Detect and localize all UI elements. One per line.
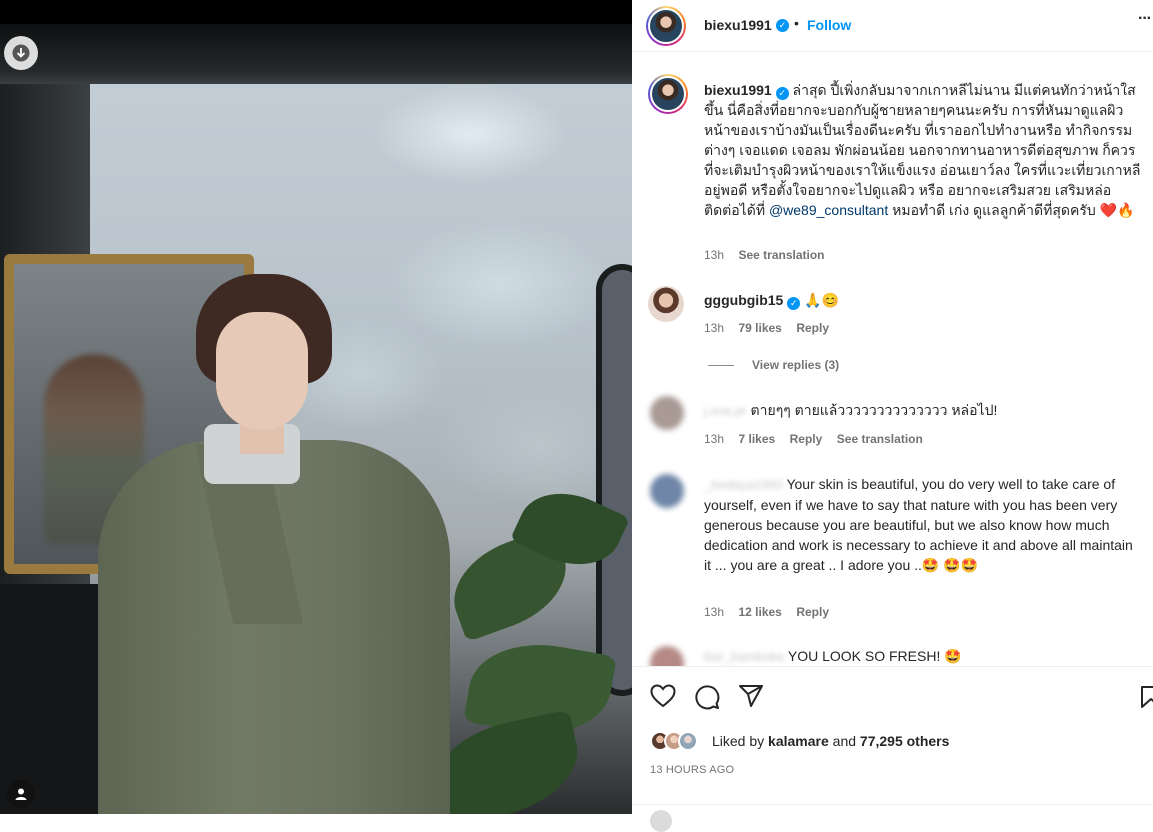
- comment-username[interactable]: _bedaya1960: [704, 477, 783, 492]
- photo-scene: [0, 24, 632, 814]
- liked-by-prefix: Liked by: [712, 733, 769, 749]
- comment-avatar[interactable]: [650, 474, 684, 508]
- download-icon: [12, 44, 30, 62]
- comment-time: 13h: [704, 321, 725, 335]
- author-avatar[interactable]: [646, 6, 686, 46]
- comment-text: YOU LOOK SO FRESH! 🤩: [787, 648, 962, 664]
- caption-username[interactable]: biexu1991: [704, 82, 772, 98]
- post-actions: Liked by kalamare and 77,295 others 13 H…: [632, 666, 1153, 832]
- comment-username[interactable]: gggubgib15: [704, 292, 783, 308]
- comment-4: lise_bamboke YOU LOOK SO FRESH! 🤩: [704, 646, 962, 666]
- likes-count[interactable]: 77,295 others: [860, 733, 950, 749]
- bookmark-icon[interactable]: [1140, 685, 1153, 709]
- comments-list[interactable]: biexu1991 ✓ ล่าสุด ปี้เพิ่งกลับมาจากเกาห…: [632, 52, 1153, 666]
- caption: biexu1991 ✓ ล่าสุด ปี้เพิ่งกลับมาจากเกาห…: [704, 80, 1144, 220]
- comment-icon[interactable]: [694, 684, 720, 710]
- comment-time: 13h: [704, 605, 725, 619]
- comment-text: 🙏😊: [804, 292, 839, 308]
- more-options-icon[interactable]: ···: [1138, 10, 1152, 28]
- comment-likes[interactable]: 79 likes: [738, 321, 781, 335]
- separator-dot: •: [794, 15, 799, 31]
- liked-by-text: Liked by kalamare and 77,295 others: [712, 733, 949, 749]
- post-photo[interactable]: [0, 0, 632, 814]
- caption-mention[interactable]: @we89_consultant: [769, 202, 888, 218]
- see-translation-link[interactable]: See translation: [738, 248, 824, 262]
- comment-username[interactable]: lise_bamboke: [704, 649, 784, 664]
- comment-2: j.sna.pr ตายๆๆ ตายแล้วววววววววววววว หล่อ…: [704, 400, 997, 421]
- comment-likes[interactable]: 7 likes: [738, 432, 775, 446]
- add-comment-divider: [632, 804, 1153, 805]
- verified-badge-icon: ✓: [787, 297, 801, 310]
- tagged-people-button[interactable]: [7, 780, 35, 808]
- reply-button[interactable]: Reply: [790, 432, 823, 446]
- emoji-icon[interactable]: [650, 810, 672, 832]
- comment-3: _bedaya1960 Your skin is beautiful, you …: [704, 474, 1140, 575]
- post-header: biexu1991 ✓ • Follow ···: [632, 0, 1153, 52]
- reply-button[interactable]: Reply: [796, 605, 829, 619]
- verified-badge-icon: ✓: [776, 19, 789, 32]
- caption-time: 13h: [704, 248, 725, 262]
- comment-avatar[interactable]: [650, 396, 684, 430]
- liked-by-avatars: [650, 729, 710, 753]
- comment-avatar[interactable]: [650, 646, 684, 666]
- view-replies-button[interactable]: View replies (3): [752, 358, 839, 372]
- follow-button[interactable]: Follow: [807, 17, 851, 33]
- liked-by-and: and: [828, 733, 860, 749]
- caption-text: ล่าสุด ปี้เพิ่งกลับมาจากเกาหลีไม่นาน มีแ…: [704, 82, 1141, 218]
- see-translation-link[interactable]: See translation: [837, 432, 923, 446]
- post-timestamp: 13 HOURS AGO: [650, 764, 735, 776]
- comment-username[interactable]: j.sna.pr: [704, 403, 747, 418]
- caption-avatar[interactable]: [648, 74, 688, 114]
- comment-1: gggubgib15 ✓ 🙏😊: [704, 290, 839, 310]
- comment-time: 13h: [704, 432, 725, 446]
- comment-likes[interactable]: 12 likes: [738, 605, 781, 619]
- caption-text-end: หมอทำดี เก่ง ดูแลลูกค้าดีที่สุดครับ ❤️🔥: [888, 202, 1135, 218]
- heart-icon[interactable]: [650, 684, 676, 708]
- post-side-panel: biexu1991 ✓ • Follow ··· biexu1991 ✓ ล่า…: [632, 0, 1153, 832]
- share-icon[interactable]: [738, 684, 764, 708]
- author-username[interactable]: biexu1991: [704, 17, 772, 33]
- replies-line: [708, 365, 734, 366]
- comment-text: ตายๆๆ ตายแล้วววววววววววววว หล่อไป!: [750, 402, 998, 418]
- person-tag-icon: [15, 788, 27, 800]
- liked-by-user[interactable]: kalamare: [768, 733, 829, 749]
- reply-button[interactable]: Reply: [796, 321, 829, 335]
- verified-badge-icon: ✓: [775, 87, 789, 100]
- comment-avatar[interactable]: [648, 286, 684, 322]
- download-button[interactable]: [4, 36, 38, 70]
